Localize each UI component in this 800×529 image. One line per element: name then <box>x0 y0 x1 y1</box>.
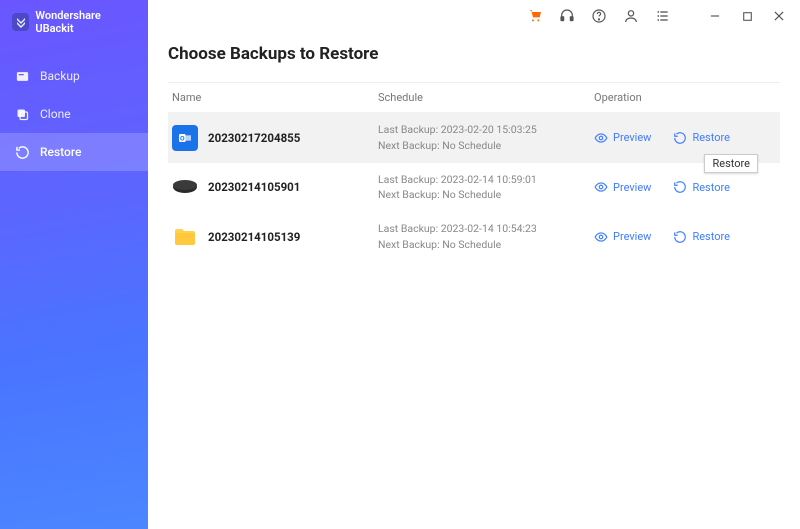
sidebar-item-label: Restore <box>40 145 81 159</box>
table-row[interactable]: O 20230217204855Last Backup: 2023-02-20 1… <box>168 113 780 163</box>
sidebar-item-restore[interactable]: Restore <box>0 133 148 171</box>
app-logo-icon <box>12 13 29 31</box>
maximize-icon[interactable] <box>738 7 756 25</box>
col-header-name: Name <box>172 91 378 104</box>
table-row[interactable]: 20230214105901Last Backup: 2023-02-14 10… <box>168 163 780 213</box>
titlebar <box>148 0 800 32</box>
row-operations: Preview Restore <box>594 180 776 194</box>
sidebar-item-clone[interactable]: Clone <box>0 95 148 133</box>
restore-button[interactable]: Restore <box>673 180 730 194</box>
sidebar: Wondershare UBackit Backup Clone Restore <box>0 0 148 529</box>
minimize-icon[interactable] <box>706 7 724 25</box>
logo: Wondershare UBackit <box>0 0 148 57</box>
row-type-icon <box>172 224 208 250</box>
backup-table: Name Schedule Operation O20230217204855L… <box>168 82 780 262</box>
restore-button[interactable]: Restore <box>673 230 730 244</box>
sidebar-item-label: Backup <box>40 69 80 83</box>
menu-icon[interactable] <box>654 7 672 25</box>
page-title: Choose Backups to Restore <box>168 44 780 64</box>
main: Choose Backups to Restore Name Schedule … <box>148 0 800 529</box>
row-type-icon <box>172 174 208 200</box>
row-schedule: Last Backup: 2023-02-14 10:59:01Next Bac… <box>378 172 594 204</box>
preview-button[interactable]: Preview <box>594 131 651 145</box>
app-title: Wondershare UBackit <box>35 9 138 35</box>
col-header-schedule: Schedule <box>378 91 594 104</box>
row-operations: Preview Restore <box>594 131 776 145</box>
restore-icon <box>14 144 30 160</box>
row-type-icon: O <box>172 125 208 151</box>
restore-tooltip: Restore <box>704 154 758 173</box>
row-operations: Preview Restore <box>594 230 776 244</box>
sidebar-item-label: Clone <box>40 107 71 121</box>
user-icon[interactable] <box>622 7 640 25</box>
clone-icon <box>14 106 30 122</box>
table-row[interactable]: 20230214105139Last Backup: 2023-02-14 10… <box>168 212 780 262</box>
preview-button[interactable]: Preview <box>594 230 651 244</box>
cart-icon[interactable] <box>526 7 544 25</box>
restore-button[interactable]: Restore <box>673 131 730 145</box>
content: Choose Backups to Restore Name Schedule … <box>148 32 800 529</box>
close-icon[interactable] <box>770 7 788 25</box>
row-schedule: Last Backup: 2023-02-14 10:54:23Next Bac… <box>378 221 594 253</box>
col-header-operation: Operation <box>594 91 780 104</box>
row-name: 20230214105901 <box>208 180 378 194</box>
backup-icon <box>14 68 30 84</box>
row-schedule: Last Backup: 2023-02-20 15:03:25Next Bac… <box>378 122 594 154</box>
sidebar-nav: Backup Clone Restore <box>0 57 148 171</box>
help-icon[interactable] <box>590 7 608 25</box>
row-name: 20230217204855 <box>208 131 378 145</box>
svg-text:O: O <box>180 134 185 142</box>
headset-icon[interactable] <box>558 7 576 25</box>
sidebar-item-backup[interactable]: Backup <box>0 57 148 95</box>
table-header: Name Schedule Operation <box>168 83 780 113</box>
preview-button[interactable]: Preview <box>594 180 651 194</box>
row-name: 20230214105139 <box>208 230 378 244</box>
